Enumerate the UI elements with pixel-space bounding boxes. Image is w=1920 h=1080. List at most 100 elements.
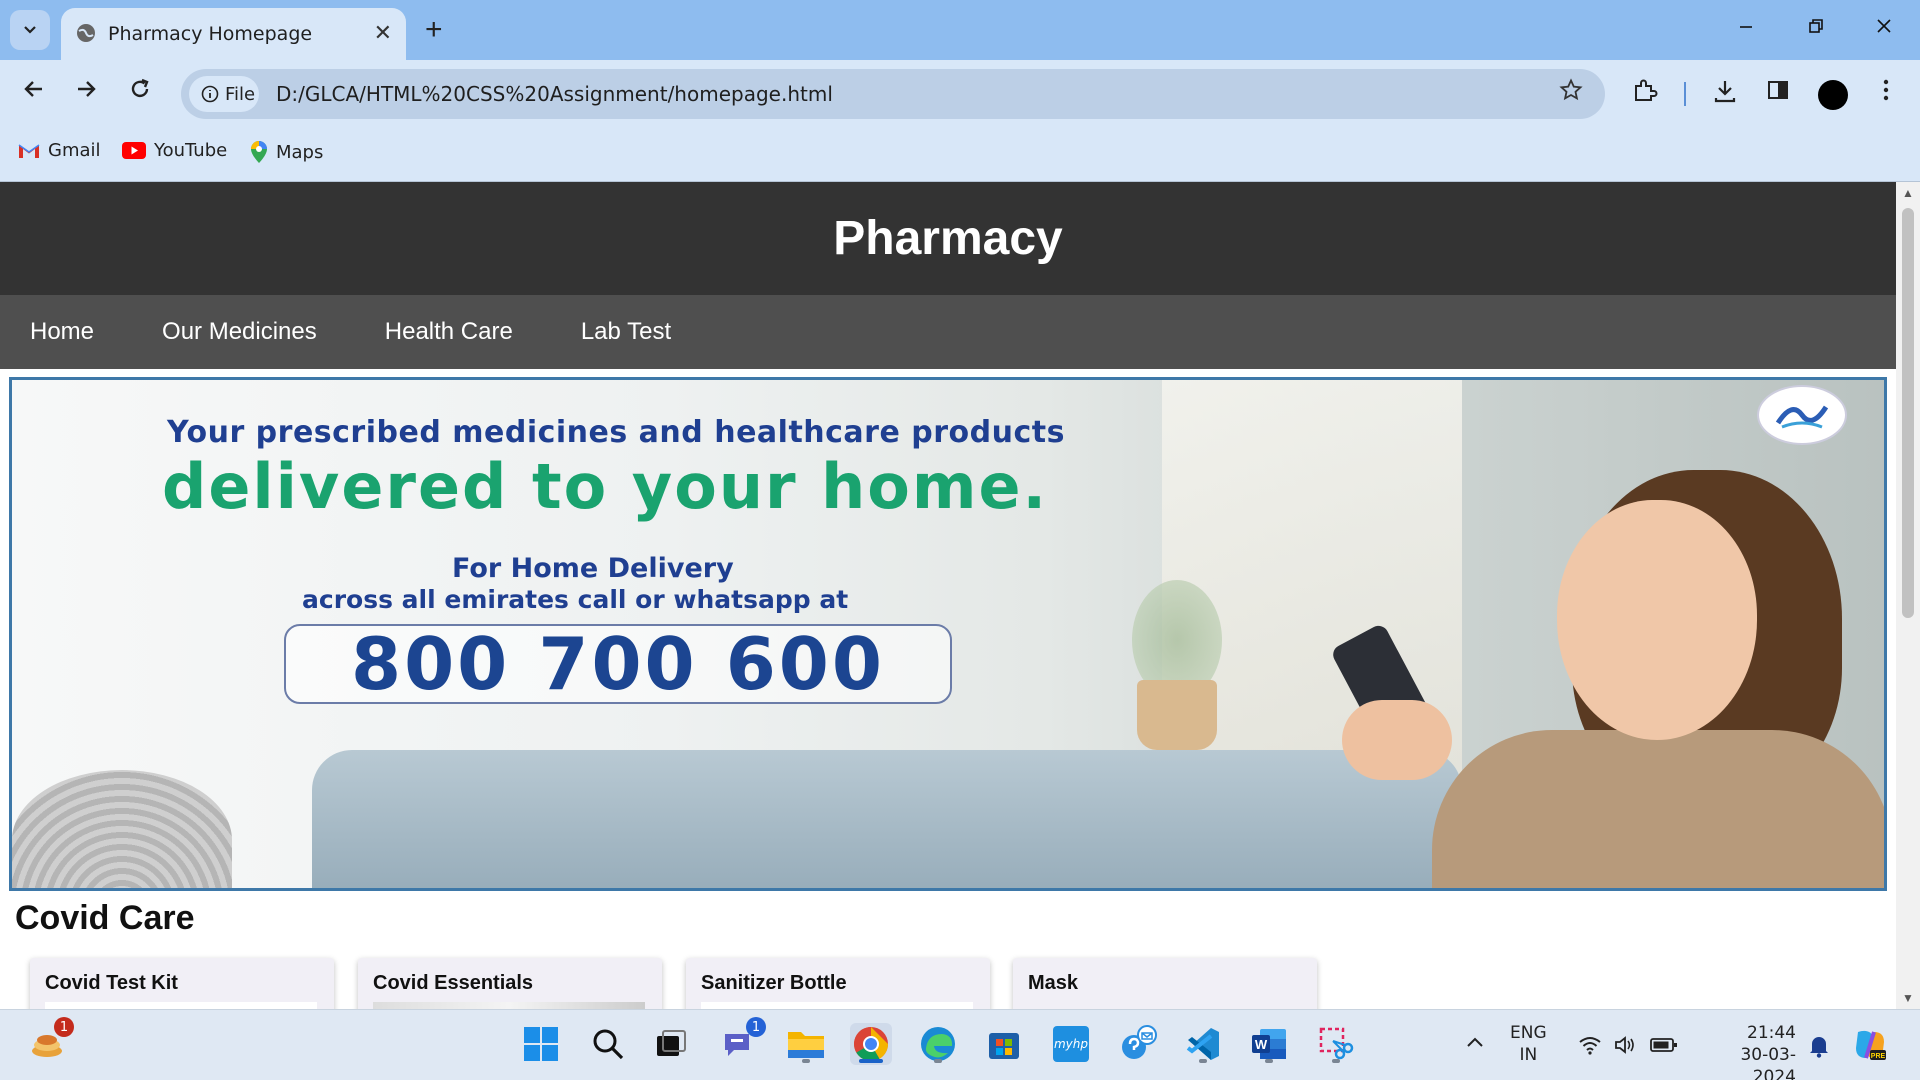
product-card-image <box>45 1002 317 1009</box>
windows-logo-icon <box>524 1027 558 1061</box>
bookmark-star-button[interactable] <box>1559 78 1583 109</box>
clock[interactable]: 21:44 30-03-2024 <box>1700 1022 1796 1080</box>
myhp-icon: myhp <box>1053 1026 1089 1062</box>
widgets-button[interactable]: 1 <box>26 1017 74 1065</box>
myhp-button[interactable]: myhp <box>1050 1023 1092 1065</box>
language-indicator[interactable]: ENG IN <box>1510 1022 1547 1066</box>
banner-delivery-title: For Home Delivery <box>452 553 734 584</box>
network-status[interactable] <box>1578 1035 1602 1061</box>
word-icon: W <box>1252 1029 1286 1059</box>
browser-tab[interactable]: Pharmacy Homepage ✕ <box>61 8 406 60</box>
profile-avatar[interactable] <box>1818 80 1848 110</box>
tab-search-button[interactable] <box>10 10 50 50</box>
edge-icon <box>921 1027 955 1061</box>
minimize-button[interactable] <box>1738 14 1754 40</box>
word-button[interactable]: W <box>1248 1023 1290 1065</box>
scrollbar-thumb[interactable] <box>1902 208 1914 618</box>
scroll-down-arrow[interactable]: ▼ <box>1902 991 1914 1005</box>
running-indicator <box>934 1059 942 1063</box>
side-panel-button[interactable] <box>1766 78 1790 110</box>
banner-hand <box>1342 700 1452 780</box>
toolbar-separator <box>1684 82 1686 106</box>
scroll-up-arrow[interactable]: ▲ <box>1902 186 1914 200</box>
close-window-button[interactable] <box>1876 14 1892 40</box>
address-bar[interactable]: File D:/GLCA/HTML%20CSS%20Assignment/hom… <box>181 69 1605 119</box>
new-tab-button[interactable]: + <box>425 12 443 48</box>
search-button[interactable] <box>587 1023 629 1065</box>
product-card[interactable]: Sanitizer Bottle <box>686 958 990 1009</box>
svg-text:W: W <box>1255 1037 1268 1052</box>
active-indicator <box>859 1059 883 1063</box>
store-button[interactable] <box>983 1023 1025 1065</box>
battery-icon <box>1650 1038 1677 1052</box>
arrow-left-icon <box>24 81 42 97</box>
site-info-chip[interactable]: File <box>189 76 259 112</box>
svg-text:PRE: PRE <box>1871 1053 1886 1060</box>
maps-icon <box>251 141 267 163</box>
teams-badge: 1 <box>746 1017 766 1037</box>
bookmark-gmail[interactable]: Gmail <box>18 140 101 161</box>
running-indicator <box>802 1059 810 1063</box>
nav-link-home[interactable]: Home <box>0 318 124 346</box>
restore-icon <box>1809 19 1823 33</box>
banner-woman-body <box>1432 730 1884 888</box>
page-viewport: Pharmacy Home Our Medicines Health Care … <box>0 182 1896 1009</box>
banner-tagline: Your prescribed medicines and healthcare… <box>167 415 1065 450</box>
nav-link-lab-test[interactable]: Lab Test <box>551 318 701 346</box>
downloads-button[interactable] <box>1712 78 1738 112</box>
info-icon <box>201 85 219 103</box>
help-mail-icon <box>1122 1025 1157 1059</box>
running-indicator <box>1199 1059 1207 1063</box>
banner-cushion <box>12 770 232 888</box>
region-code: IN <box>1519 1045 1538 1065</box>
task-view-button[interactable] <box>650 1023 692 1065</box>
banner-sofa <box>312 750 1462 888</box>
gmail-icon <box>18 143 40 158</box>
myhp-label: myhp <box>1053 1037 1088 1051</box>
volume-control[interactable] <box>1614 1035 1638 1061</box>
site-header: Pharmacy <box>0 182 1896 295</box>
banner-headline: delivered to your home. <box>162 450 1049 523</box>
tab-close-button[interactable]: ✕ <box>374 20 392 46</box>
reload-button[interactable] <box>128 76 152 108</box>
teams-chat-button[interactable]: 1 <box>718 1017 766 1065</box>
vscode-button[interactable] <box>1182 1023 1224 1065</box>
side-panel-icon <box>1768 81 1788 99</box>
notifications-button[interactable] <box>1808 1034 1830 1064</box>
speaker-icon <box>1615 1036 1634 1054</box>
banner-delivery-subtitle: across all emirates call or whatsapp at <box>302 585 849 614</box>
back-button[interactable] <box>22 76 46 108</box>
product-card-title: Covid Test Kit <box>45 972 178 994</box>
product-card[interactable]: Covid Essentials <box>358 958 662 1009</box>
forward-button[interactable] <box>74 76 98 108</box>
copilot-button[interactable]: PRE <box>1852 1028 1888 1068</box>
chrome-button[interactable] <box>850 1023 892 1065</box>
product-card[interactable]: Mask <box>1013 958 1317 1009</box>
reload-icon <box>131 78 149 98</box>
restore-button[interactable] <box>1808 14 1824 40</box>
banner-phone-number: 800 700 600 <box>350 622 885 706</box>
close-icon <box>1877 19 1891 33</box>
battery-status[interactable] <box>1650 1035 1678 1061</box>
bookmark-youtube[interactable]: YouTube <box>122 140 227 161</box>
nav-link-our-medicines[interactable]: Our Medicines <box>132 318 347 346</box>
show-hidden-icons-button[interactable] <box>1466 1032 1484 1054</box>
page-scrollbar[interactable]: ▲ ▼ <box>1896 182 1920 1009</box>
bell-icon <box>1810 1037 1828 1058</box>
menu-button[interactable] <box>1882 78 1890 110</box>
bookmark-label: YouTube <box>154 140 228 161</box>
task-view-icon <box>657 1030 686 1056</box>
nav-link-health-care[interactable]: Health Care <box>355 318 543 346</box>
edge-button[interactable] <box>917 1023 959 1065</box>
banner-plant-pot <box>1137 680 1217 750</box>
file-label: File <box>225 83 256 105</box>
file-explorer-button[interactable] <box>785 1023 827 1065</box>
url-text[interactable]: D:/GLCA/HTML%20CSS%20Assignment/homepage… <box>276 82 833 106</box>
product-card[interactable]: Covid Test Kit <box>30 958 334 1009</box>
extensions-button[interactable] <box>1632 78 1658 112</box>
minimize-icon <box>1740 26 1752 28</box>
snipping-tool-button[interactable] <box>1315 1023 1357 1065</box>
bookmark-maps[interactable]: Maps <box>250 140 323 164</box>
get-help-button[interactable] <box>1118 1023 1160 1065</box>
start-button[interactable] <box>520 1023 562 1065</box>
